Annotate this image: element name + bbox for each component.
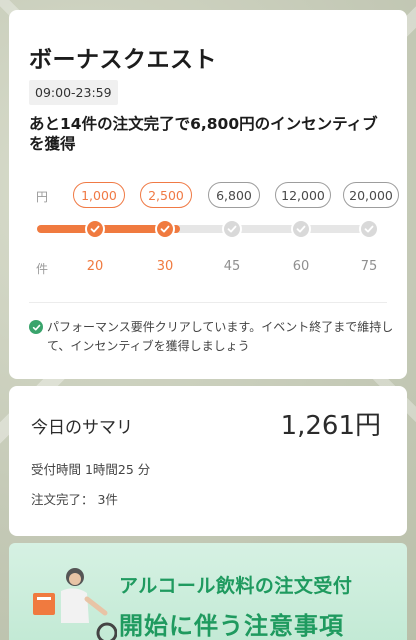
check-icon (227, 225, 237, 233)
tier-check-node (155, 219, 175, 239)
performance-notice: パフォーマンス要件クリアしています。イベント終了まで維持して、インセンティブを獲… (47, 320, 394, 353)
tier-check-node (222, 219, 242, 239)
tier-amount-pill: 2,500 (140, 182, 192, 208)
check-icon (364, 225, 374, 233)
bonus-quest-card[interactable]: ボーナスクエスト 09:00-23:59 あと14件の注文完了で6,800円のイ… (9, 10, 407, 379)
quest-time-range: 09:00-23:59 (29, 80, 118, 105)
completed-orders: 注文完了： 3件 (31, 492, 118, 507)
divider (29, 302, 387, 303)
tier-check-node (291, 219, 311, 239)
check-icon (160, 225, 170, 233)
tier-count: 60 (292, 259, 310, 274)
summary-earnings: 1,261円 (280, 411, 381, 441)
tier-check-node (85, 219, 105, 239)
daily-summary-card[interactable]: 今日のサマリ 1,261円 受付時間 1時間25 分 注文完了： 3件 (9, 386, 407, 536)
tier-count: 45 (223, 259, 241, 274)
tier-amount-pill: 12,000 (275, 182, 331, 208)
count-row-label: 件 (36, 262, 49, 276)
delivery-rider-icon (33, 568, 117, 640)
tier-count: 20 (86, 259, 104, 274)
banner-subheading: 開始に伴う注意事項 (119, 612, 344, 640)
quest-title: ボーナスクエスト (29, 47, 217, 73)
banner-heading: アルコール飲料の注文受付 (119, 575, 353, 597)
announcement-banner[interactable]: アルコール飲料の注文受付 開始に伴う注意事項 (9, 543, 407, 640)
tier-amount-pill: 20,000 (343, 182, 399, 208)
online-time: 受付時間 1時間25 分 (31, 462, 151, 477)
yen-row-label: 円 (36, 190, 49, 204)
summary-title: 今日のサマリ (31, 418, 133, 438)
tier-amount-pill: 6,800 (208, 182, 260, 208)
quest-description: あと14件の注文完了で6,800円のインセンティブを獲得 (29, 115, 378, 153)
check-icon (296, 225, 306, 233)
check-icon (90, 225, 100, 233)
tier-amount-pill: 1,000 (73, 182, 125, 208)
tier-count: 30 (156, 259, 174, 274)
tier-count: 75 (360, 259, 378, 274)
check-circle-icon (29, 320, 43, 334)
tier-check-node (359, 219, 379, 239)
